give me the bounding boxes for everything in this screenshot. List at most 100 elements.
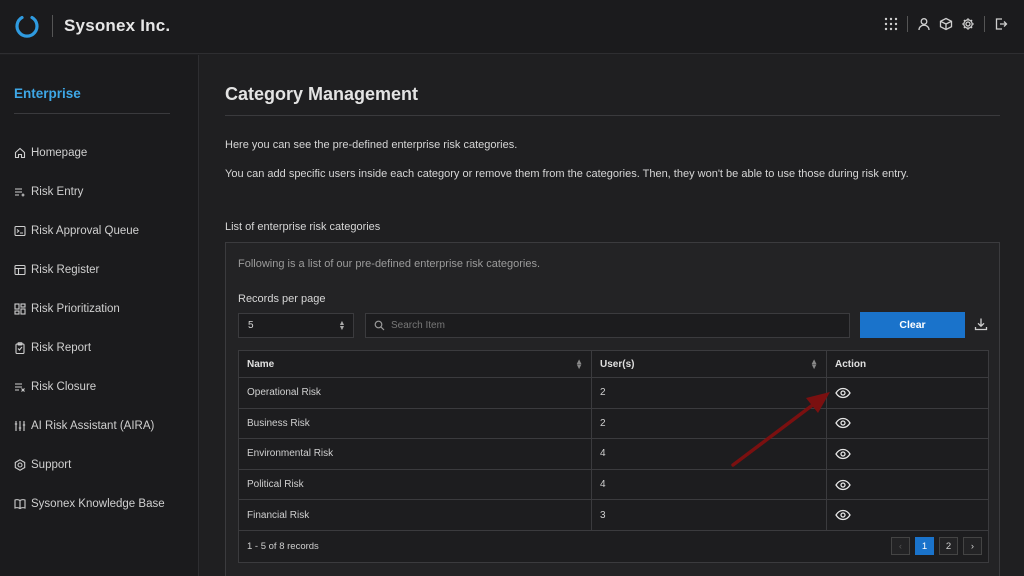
cell-users: 4 — [592, 439, 827, 469]
sidebar-item-risk-closure[interactable]: Risk Closure — [14, 368, 194, 407]
prev-page-button[interactable]: ‹ — [891, 537, 910, 556]
sidebar-nav: Homepage Risk Entry Risk Approval Queue … — [14, 133, 194, 524]
view-eye-icon[interactable] — [835, 448, 851, 460]
column-header-name[interactable]: Name ▲ ▼ — [239, 351, 592, 377]
sidebar-item-label: Risk Report — [31, 342, 92, 355]
table-row: Operational Risk 2 — [239, 378, 988, 409]
records-per-page-select[interactable]: 5 ▲ ▼ — [238, 313, 354, 338]
sidebar: Enterprise Homepage Risk Entry Risk Appr… — [0, 55, 199, 576]
sysonex-logo-icon — [15, 15, 39, 38]
cell-name: Business Risk — [239, 408, 592, 439]
top-icons — [880, 14, 1012, 34]
view-eye-icon[interactable] — [835, 509, 851, 521]
page-description-detail: You can add specific users inside each c… — [225, 168, 909, 180]
table-row: Business Risk 2 — [239, 408, 988, 440]
column-header-label: Name — [247, 358, 275, 370]
sidebar-item-homepage[interactable]: Homepage — [14, 133, 194, 172]
cell-name: Environmental Risk — [239, 439, 592, 469]
sidebar-item-label: Sysonex Knowledge Base — [31, 498, 165, 511]
apps-grid-icon[interactable] — [880, 14, 902, 34]
cell-users: 2 — [592, 378, 827, 408]
select-caret-icon: ▲ ▼ — [338, 320, 346, 332]
pagination: ‹ 1 2 › — [891, 537, 982, 556]
sidebar-item-label: Risk Closure — [31, 381, 97, 394]
brand-divider — [52, 15, 53, 37]
table-icon — [14, 264, 26, 275]
list-add-icon — [15, 188, 25, 197]
sidebar-item-knowledge-base[interactable]: Sysonex Knowledge Base — [14, 485, 194, 524]
sidebar-item-risk-report[interactable]: Risk Report — [14, 328, 194, 367]
cell-name: Operational Risk — [239, 378, 592, 408]
logout-icon[interactable] — [990, 14, 1012, 34]
table-row: Political Risk 4 — [239, 469, 988, 501]
top-bar: Sysonex Inc. — [0, 0, 1024, 54]
view-eye-icon[interactable] — [835, 417, 851, 429]
page-button-1[interactable]: 1 — [915, 537, 934, 556]
dashboard-icon — [14, 303, 26, 315]
sort-icon[interactable]: ▲ ▼ — [810, 358, 818, 371]
view-eye-icon[interactable] — [835, 387, 851, 399]
terminal-icon — [14, 225, 26, 236]
view-eye-icon[interactable] — [835, 479, 851, 491]
records-count: 1 - 5 of 8 records — [247, 540, 319, 552]
column-header-action: Action — [827, 351, 988, 377]
sidebar-item-risk-prioritization[interactable]: Risk Prioritization — [14, 289, 194, 328]
panel-description: Following is a list of our pre-defined e… — [238, 258, 541, 270]
sort-icon[interactable]: ▲ ▼ — [575, 358, 583, 371]
sidebar-item-label: Risk Register — [31, 263, 100, 276]
table-footer: 1 - 5 of 8 records ‹ 1 2 › — [239, 531, 988, 562]
list-remove-icon — [15, 383, 25, 392]
sidebar-item-label: Risk Prioritization — [31, 302, 120, 315]
support-icon — [14, 459, 26, 472]
settings-icon[interactable] — [957, 14, 979, 34]
search-input[interactable] — [391, 320, 831, 331]
page-description: Here you can see the pre-defined enterpr… — [225, 139, 518, 151]
download-icon[interactable] — [972, 315, 990, 333]
table-header: Name ▲ ▼ User(s) ▲ ▼ Action — [239, 351, 988, 378]
icon-divider — [907, 16, 908, 32]
page-button-2[interactable]: 2 — [939, 537, 958, 556]
column-header-label: User(s) — [600, 358, 635, 370]
cell-name: Political Risk — [239, 469, 592, 500]
user-icon[interactable] — [913, 14, 935, 34]
clear-button[interactable]: Clear — [860, 312, 965, 338]
column-header-label: Action — [835, 358, 867, 370]
home-icon — [14, 147, 26, 158]
sidebar-item-label: Risk Entry — [31, 185, 84, 198]
column-header-users[interactable]: User(s) ▲ ▼ — [592, 351, 827, 377]
categories-table: Name ▲ ▼ User(s) ▲ ▼ Action Operational Ri… — [238, 350, 989, 563]
sidebar-item-ai-risk-assistant[interactable]: AI Risk Assistant (AIRA) — [14, 407, 194, 446]
sidebar-item-support[interactable]: Support — [14, 446, 194, 485]
cell-users: 4 — [592, 469, 827, 500]
sidebar-item-risk-register[interactable]: Risk Register — [14, 250, 194, 289]
search-box — [365, 313, 850, 338]
records-per-page-value: 5 — [248, 320, 254, 331]
cell-users: 3 — [592, 500, 827, 530]
cube-icon[interactable] — [935, 14, 957, 34]
sidebar-item-risk-entry[interactable]: Risk Entry — [14, 172, 194, 211]
clipboard-icon — [15, 342, 25, 355]
page-title: Category Management — [225, 84, 419, 104]
records-per-page-label: Records per page — [238, 293, 326, 305]
sidebar-item-label: AI Risk Assistant (AIRA) — [31, 420, 155, 433]
cell-users: 2 — [592, 408, 827, 439]
table-row: Environmental Risk 4 — [239, 439, 988, 470]
book-icon — [14, 499, 26, 510]
table-row: Financial Risk 3 — [239, 500, 988, 531]
main-content: Category Management Here you can see the… — [200, 55, 1024, 576]
cell-name: Financial Risk — [239, 500, 592, 530]
categories-panel: Following is a list of our pre-defined e… — [225, 242, 1000, 576]
next-page-button[interactable]: › — [963, 537, 982, 556]
search-icon — [374, 320, 385, 331]
sidebar-item-label: Homepage — [31, 146, 88, 159]
icon-divider — [984, 16, 985, 32]
title-divider — [225, 115, 1000, 116]
sidebar-item-label: Risk Approval Queue — [31, 224, 140, 237]
brand-name: Sysonex Inc. — [64, 16, 171, 35]
sidebar-item-label: Support — [31, 459, 72, 472]
list-label: List of enterprise risk categories — [225, 221, 381, 233]
sidebar-divider — [14, 113, 170, 114]
sliders-icon — [14, 421, 26, 432]
sidebar-item-risk-approval-queue[interactable]: Risk Approval Queue — [14, 211, 194, 250]
sidebar-title: Enterprise — [14, 86, 81, 101]
